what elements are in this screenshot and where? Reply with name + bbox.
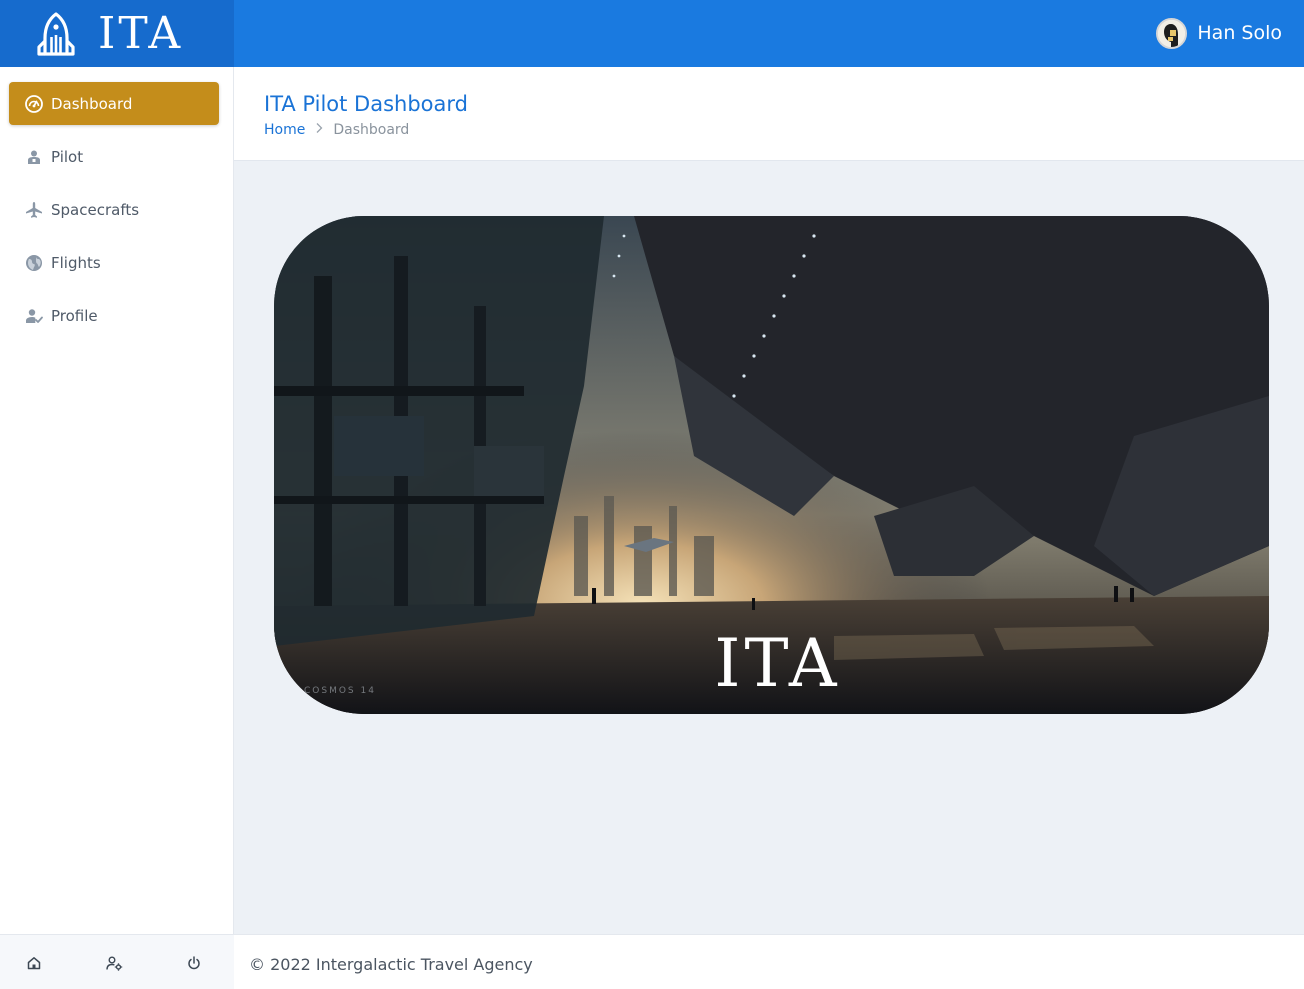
user-check-icon [24, 306, 44, 326]
dashboard-gauge-icon [24, 94, 44, 114]
hero-credit: COSMOS 14 [304, 686, 376, 696]
top-bar: ITA Han Solo [0, 0, 1304, 67]
sidebar-footer [0, 934, 234, 989]
breadcrumb-home-link[interactable]: Home [264, 122, 305, 138]
pilot-icon [24, 147, 44, 167]
sidebar-item-spacecrafts[interactable]: Spacecrafts [9, 188, 219, 231]
sidebar: Dashboard Pilot Spacecrafts Flights Prof… [0, 67, 234, 989]
sidebar-item-profile[interactable]: Profile [9, 294, 219, 337]
brand-name: ITA [98, 8, 184, 59]
power-icon[interactable] [184, 953, 204, 973]
avatar[interactable] [1156, 17, 1188, 49]
page-header: ITA Pilot Dashboard Home Dashboard [234, 67, 1304, 161]
sidebar-item-label: Profile [51, 306, 98, 325]
user-menu[interactable]: Han Solo [1156, 16, 1282, 50]
globe-icon [24, 253, 44, 273]
footer: © 2022 Intergalactic Travel Agency [234, 934, 1304, 989]
footer-copyright: © 2022 Intergalactic Travel Agency [249, 955, 533, 974]
user-settings-icon[interactable] [104, 953, 124, 973]
sidebar-item-label: Dashboard [51, 94, 133, 113]
hero-image: ITA COSMOS 14 [274, 216, 1269, 714]
sidebar-item-pilot[interactable]: Pilot [9, 135, 219, 178]
home-icon[interactable] [24, 953, 44, 973]
sidebar-item-dashboard[interactable]: Dashboard [9, 82, 219, 125]
breadcrumb: Home Dashboard [264, 122, 409, 138]
airplane-icon [24, 200, 44, 220]
sidebar-item-label: Spacecrafts [51, 200, 140, 219]
page-title: ITA Pilot Dashboard [264, 92, 468, 116]
brand-area[interactable]: ITA [0, 0, 234, 67]
hero-overlay-text: ITA [714, 625, 841, 702]
rocket-icon [37, 12, 75, 56]
user-name[interactable]: Han Solo [1197, 22, 1282, 44]
sidebar-nav: Dashboard Pilot Spacecrafts Flights Prof… [9, 82, 219, 347]
avatar-image [1158, 19, 1186, 47]
sidebar-item-label: Flights [51, 253, 101, 272]
breadcrumb-current: Dashboard [333, 122, 410, 138]
sidebar-item-flights[interactable]: Flights [9, 241, 219, 284]
chevron-right-icon [315, 122, 323, 138]
sidebar-item-label: Pilot [51, 147, 84, 166]
